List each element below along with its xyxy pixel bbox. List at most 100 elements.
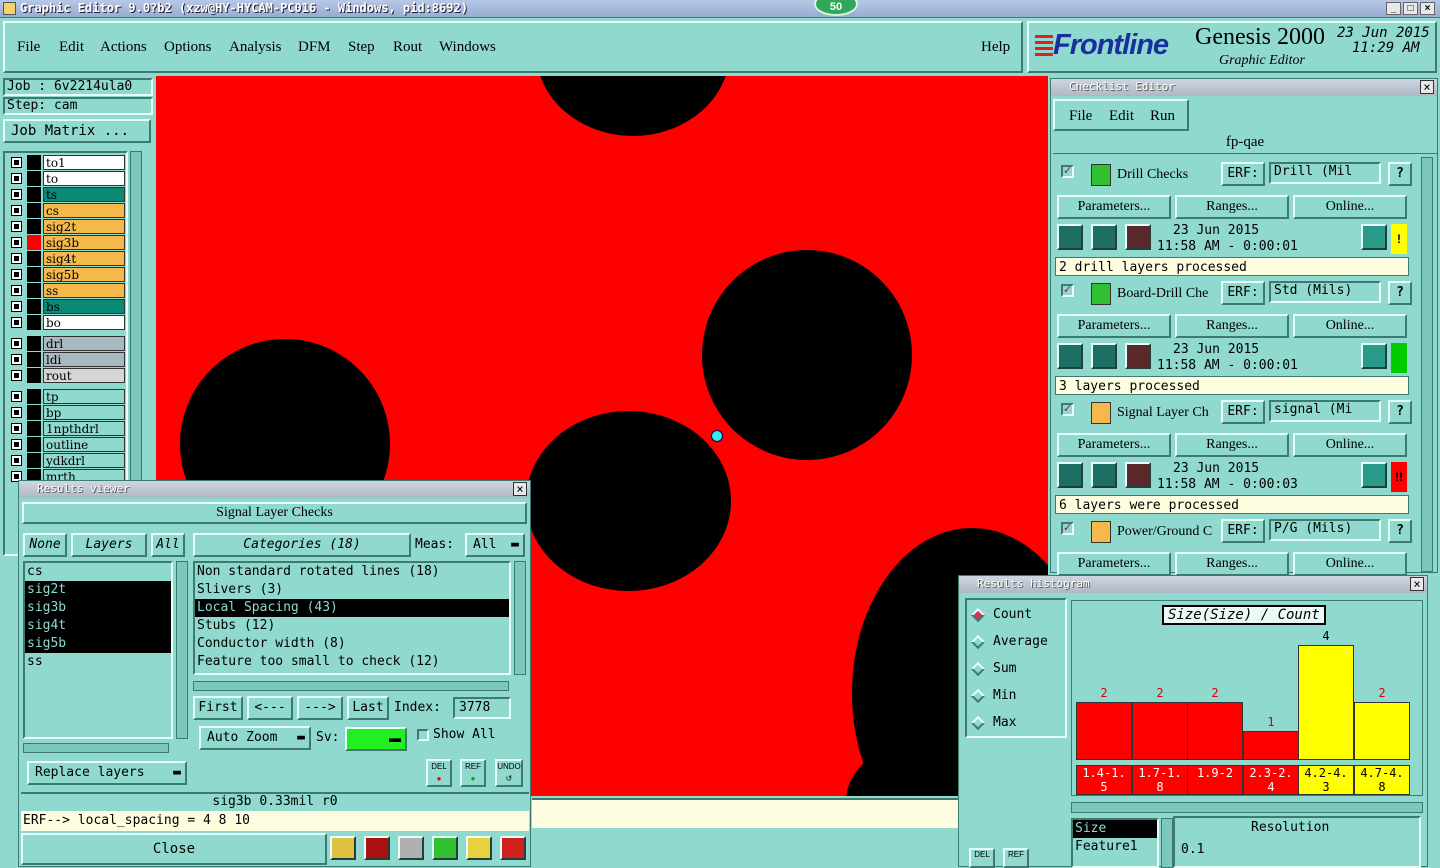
- help-button[interactable]: ?: [1388, 519, 1412, 543]
- erf-button[interactable]: ERF:: [1221, 519, 1265, 543]
- histogram-bar[interactable]: [1354, 702, 1410, 760]
- close-window-button[interactable]: ×: [1420, 2, 1435, 15]
- radio-option[interactable]: Sum: [970, 660, 1065, 680]
- all-button[interactable]: All: [151, 533, 185, 557]
- results-layer-item[interactable]: sig5b: [25, 635, 171, 653]
- category-item[interactable]: Non standard rotated lines (18): [195, 563, 509, 581]
- histogram-bar[interactable]: [1298, 645, 1354, 760]
- categories-scrollbar[interactable]: [514, 561, 526, 675]
- index-input[interactable]: 3778: [453, 697, 511, 719]
- layer-checkbox[interactable]: [11, 455, 22, 466]
- results-layer-list[interactable]: cs sig2t sig3b sig4t sig5b ss: [23, 561, 173, 739]
- layer-checkbox[interactable]: [11, 221, 22, 232]
- menu-actions[interactable]: Actions: [100, 39, 147, 56]
- ranges-button[interactable]: Ranges...: [1175, 552, 1289, 576]
- categories-list[interactable]: Non standard rotated lines (18) Slivers (…: [193, 561, 511, 675]
- categories-hscroll[interactable]: [193, 681, 509, 691]
- minimize-button[interactable]: _: [1386, 2, 1401, 15]
- layer-checkbox[interactable]: [11, 439, 22, 450]
- online-button[interactable]: Online...: [1293, 314, 1407, 338]
- histogram-bar[interactable]: [1132, 702, 1188, 760]
- category-item[interactable]: Slivers (3): [195, 581, 509, 599]
- run-check-icon[interactable]: [1057, 343, 1083, 369]
- layer-row[interactable]: bo: [9, 315, 125, 330]
- radio-option[interactable]: Count: [970, 606, 1065, 626]
- help-button[interactable]: ?: [1388, 400, 1412, 424]
- check-enable-checkbox[interactable]: ✓: [1061, 165, 1074, 178]
- menu-edit[interactable]: Edit: [59, 39, 84, 56]
- histogram-field-list[interactable]: Size Feature1: [1071, 818, 1159, 868]
- zoom-results-icon[interactable]: [1361, 343, 1387, 369]
- ranges-button[interactable]: Ranges...: [1175, 314, 1289, 338]
- menu-help[interactable]: Help: [981, 39, 1010, 56]
- layer-checkbox[interactable]: [11, 317, 22, 328]
- results-layer-item[interactable]: sig3b: [25, 599, 171, 617]
- menu-step[interactable]: Step: [348, 39, 375, 56]
- layer-row[interactable]: drl: [9, 336, 125, 351]
- menu-dfm[interactable]: DFM: [298, 39, 331, 56]
- checklist-menu-file[interactable]: File: [1069, 108, 1092, 125]
- close-button[interactable]: Close: [21, 833, 327, 865]
- record-tool-icon[interactable]: [364, 836, 390, 860]
- replace-layers-dropdown[interactable]: Replace layers ▬: [27, 761, 187, 785]
- category-item[interactable]: Feature too small to check (12): [195, 653, 509, 671]
- stop-check-icon[interactable]: [1125, 343, 1151, 369]
- checklist-menu-edit[interactable]: Edit: [1109, 108, 1134, 125]
- undo-icon[interactable]: UNDO ↺: [495, 759, 523, 787]
- next-button[interactable]: --->: [297, 696, 343, 720]
- results-layer-item[interactable]: sig2t: [25, 581, 171, 599]
- menu-analysis[interactable]: Analysis: [229, 39, 282, 56]
- ref-tool-icon[interactable]: [398, 836, 424, 860]
- parameters-button[interactable]: Parameters...: [1057, 314, 1171, 338]
- close-icon[interactable]: ×: [513, 482, 527, 496]
- stop-check-icon[interactable]: [1125, 224, 1151, 250]
- radio-option[interactable]: Min: [970, 687, 1065, 707]
- layer-row[interactable]: sig4t: [9, 251, 125, 266]
- histogram-list-item[interactable]: Size: [1073, 820, 1157, 838]
- online-button[interactable]: Online...: [1293, 195, 1407, 219]
- layer-row[interactable]: bs: [9, 299, 125, 314]
- layer-checkbox[interactable]: [11, 391, 22, 402]
- layer-row[interactable]: tp: [9, 389, 125, 404]
- layer-tool-icon[interactable]: [330, 836, 356, 860]
- layer-checkbox[interactable]: [11, 205, 22, 216]
- del-icon[interactable]: DEL ●: [426, 759, 452, 787]
- layer-checkbox[interactable]: [11, 269, 22, 280]
- categories-button[interactable]: Categories (18): [193, 533, 411, 557]
- check-enable-checkbox[interactable]: ✓: [1061, 284, 1074, 297]
- help-button[interactable]: ?: [1388, 281, 1412, 305]
- ref-icon[interactable]: REF ●: [460, 759, 486, 787]
- layer-checkbox[interactable]: [11, 173, 22, 184]
- check-enable-checkbox[interactable]: ✓: [1061, 403, 1074, 416]
- results-layer-item[interactable]: ss: [25, 653, 171, 671]
- stop-check-icon[interactable]: [1125, 462, 1151, 488]
- check-enable-checkbox[interactable]: ✓: [1061, 522, 1074, 535]
- auto-zoom-dropdown[interactable]: Auto Zoom ▬: [199, 726, 311, 750]
- layer-row[interactable]: bp: [9, 405, 125, 420]
- ranges-button[interactable]: Ranges...: [1175, 195, 1289, 219]
- layer-row[interactable]: ts: [9, 187, 125, 202]
- parameters-button[interactable]: Parameters...: [1057, 552, 1171, 576]
- online-button[interactable]: Online...: [1293, 552, 1407, 576]
- histogram-hscroll[interactable]: [1071, 802, 1423, 813]
- report-tool-icon[interactable]: [466, 836, 492, 860]
- layer-checkbox[interactable]: [11, 157, 22, 168]
- radio-option[interactable]: Average: [970, 633, 1065, 653]
- histogram-bar[interactable]: [1187, 702, 1243, 760]
- meas-dropdown[interactable]: All ▬: [465, 533, 525, 557]
- parameters-button[interactable]: Parameters...: [1057, 433, 1171, 457]
- results-layer-item[interactable]: sig4t: [25, 617, 171, 635]
- checklist-menu-run[interactable]: Run: [1150, 108, 1175, 125]
- layer-checkbox[interactable]: [11, 301, 22, 312]
- maximize-button[interactable]: □: [1403, 2, 1418, 15]
- radio-option[interactable]: Max: [970, 714, 1065, 734]
- results-layer-item[interactable]: cs: [25, 563, 171, 581]
- category-item[interactable]: Conductor width (8): [195, 635, 509, 653]
- layer-row[interactable]: sig5b: [9, 267, 125, 282]
- histogram-tool-icon[interactable]: [500, 836, 526, 860]
- sv-color-dropdown[interactable]: ▬: [345, 727, 407, 751]
- layer-checkbox[interactable]: [11, 338, 22, 349]
- layer-row[interactable]: outline: [9, 437, 125, 452]
- zoom-results-icon[interactable]: [1361, 224, 1387, 250]
- category-item[interactable]: Local Spacing (43): [195, 599, 509, 617]
